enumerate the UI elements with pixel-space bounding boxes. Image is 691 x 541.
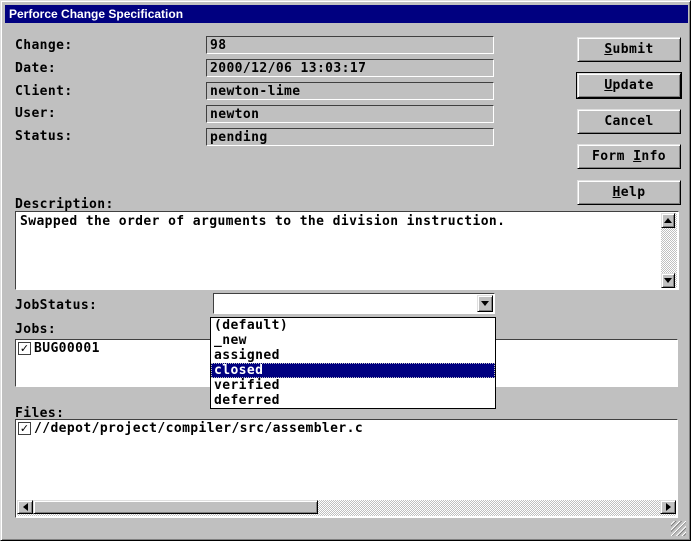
user-label: User: xyxy=(15,106,56,121)
perforce-change-spec-dialog: Perforce Change Specification Change: Da… xyxy=(0,0,691,541)
status-field: pending xyxy=(206,128,494,146)
change-field: 98 xyxy=(206,36,494,54)
form-info-button[interactable]: Form Info xyxy=(577,144,681,169)
cancel-button[interactable]: Cancel xyxy=(577,109,681,134)
job-item-text: BUG00001 xyxy=(34,341,100,356)
jobstatus-dropdown-button[interactable] xyxy=(477,295,493,312)
checkbox-checked-icon[interactable]: ✓ xyxy=(18,422,31,435)
window-title: Perforce Change Specification xyxy=(9,7,183,21)
client-label: Client: xyxy=(15,84,73,99)
date-label: Date: xyxy=(15,61,56,76)
scroll-down-icon xyxy=(664,278,672,283)
help-button[interactable]: Help xyxy=(577,180,681,205)
titlebar[interactable]: Perforce Change Specification xyxy=(5,5,688,23)
submit-button[interactable]: Submit xyxy=(577,37,681,62)
option-verified[interactable]: verified xyxy=(211,378,495,393)
update-button[interactable]: Update xyxy=(577,73,681,98)
option-default[interactable]: (default) xyxy=(211,318,495,333)
jobstatus-combobox[interactable] xyxy=(213,293,495,314)
file-item-text: //depot/project/compiler/src/assembler.c xyxy=(34,421,363,436)
description-scrollbar[interactable] xyxy=(661,213,677,288)
hscroll-thumb[interactable] xyxy=(33,500,318,514)
scroll-up-icon xyxy=(664,218,672,223)
scroll-up-button[interactable] xyxy=(661,213,675,228)
date-field: 2000/12/06 13:03:17 xyxy=(206,59,494,77)
files-hscrollbar[interactable] xyxy=(17,500,676,516)
option-deferred[interactable]: deferred xyxy=(211,393,495,408)
option-new[interactable]: _new xyxy=(211,333,495,348)
scroll-left-button[interactable] xyxy=(17,500,33,514)
status-label: Status: xyxy=(15,129,73,144)
change-label: Change: xyxy=(15,38,73,53)
scroll-down-button[interactable] xyxy=(661,273,675,288)
description-text: Swapped the order of arguments to the di… xyxy=(18,213,660,231)
option-closed[interactable]: closed xyxy=(211,363,495,378)
files-listbox[interactable]: ✓ //depot/project/compiler/src/assembler… xyxy=(15,419,678,518)
description-label: Description: xyxy=(15,197,114,212)
jobs-label: Jobs: xyxy=(15,322,56,337)
resize-grip[interactable] xyxy=(671,521,686,536)
scroll-right-button[interactable] xyxy=(660,500,676,514)
user-field: newton xyxy=(206,105,494,123)
jobstatus-droplist: (default) _new assigned closed verified … xyxy=(210,317,496,409)
scroll-right-icon xyxy=(666,503,671,511)
checkbox-checked-icon[interactable]: ✓ xyxy=(18,342,31,355)
chevron-down-icon xyxy=(481,301,489,306)
description-textarea[interactable]: Swapped the order of arguments to the di… xyxy=(15,211,679,290)
client-field: newton-lime xyxy=(206,82,494,100)
option-assigned[interactable]: assigned xyxy=(211,348,495,363)
scroll-left-icon xyxy=(23,503,28,511)
jobstatus-label: JobStatus: xyxy=(15,298,97,313)
list-item[interactable]: ✓ //depot/project/compiler/src/assembler… xyxy=(16,420,677,437)
